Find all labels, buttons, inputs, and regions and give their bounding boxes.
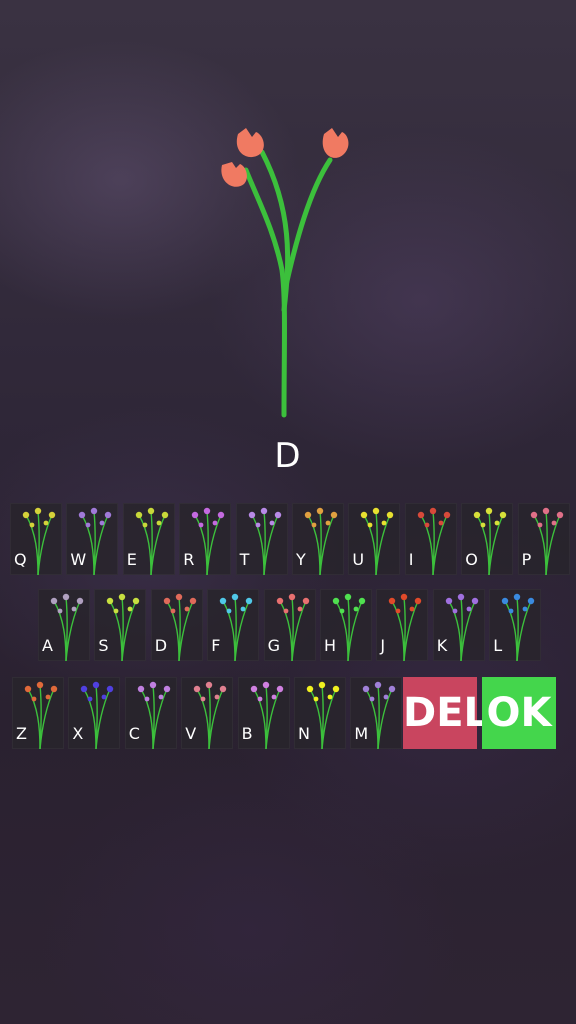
- key-m[interactable]: M: [350, 677, 403, 749]
- key-label: B: [241, 724, 253, 743]
- key-l[interactable]: L: [489, 589, 542, 661]
- key-label: K: [436, 636, 448, 655]
- key-t[interactable]: T: [235, 503, 288, 575]
- key-c[interactable]: C: [124, 677, 177, 749]
- selected-flower-illustration: [221, 128, 349, 418]
- key-d[interactable]: D: [150, 589, 203, 661]
- key-o[interactable]: O: [461, 503, 514, 575]
- key-q[interactable]: Q: [10, 503, 62, 575]
- key-k[interactable]: K: [432, 589, 485, 661]
- key-label: M: [354, 724, 369, 743]
- key-label: Z: [16, 724, 27, 743]
- key-u[interactable]: U: [348, 503, 401, 575]
- key-label: Y: [296, 550, 306, 569]
- key-label: F: [211, 636, 221, 655]
- key-label: D: [154, 636, 168, 655]
- key-r[interactable]: R: [179, 503, 232, 575]
- key-g[interactable]: G: [263, 589, 316, 661]
- key-s[interactable]: S: [94, 589, 147, 661]
- key-z[interactable]: Z: [12, 677, 64, 749]
- key-a[interactable]: A: [38, 589, 90, 661]
- key-v[interactable]: V: [181, 677, 234, 749]
- key-label: N: [298, 724, 310, 743]
- key-label: H: [324, 636, 337, 655]
- key-x[interactable]: X: [68, 677, 121, 749]
- key-label: I: [408, 550, 414, 569]
- key-label: C: [128, 724, 140, 743]
- key-label: E: [126, 550, 137, 569]
- key-j[interactable]: J: [376, 589, 429, 661]
- key-label: O: [465, 550, 478, 569]
- key-b[interactable]: B: [237, 677, 290, 749]
- key-label: A: [42, 636, 53, 655]
- key-label: Q: [14, 550, 27, 569]
- key-f[interactable]: F: [207, 589, 260, 661]
- key-i[interactable]: I: [404, 503, 457, 575]
- key-label: J: [380, 636, 386, 655]
- key-e[interactable]: E: [122, 503, 175, 575]
- key-label: L: [493, 636, 503, 655]
- key-h[interactable]: H: [320, 589, 372, 661]
- key-label: T: [239, 550, 250, 569]
- key-label: X: [72, 724, 84, 743]
- key-y[interactable]: Y: [292, 503, 344, 575]
- key-label: R: [183, 550, 195, 569]
- delete-button[interactable]: DEL: [403, 677, 489, 749]
- key-p[interactable]: P: [517, 503, 570, 575]
- key-n[interactable]: N: [294, 677, 346, 749]
- key-label: G: [267, 636, 280, 655]
- key-label: U: [352, 550, 365, 569]
- current-letter: D: [274, 436, 302, 476]
- key-label: V: [185, 724, 197, 743]
- key-label: S: [98, 636, 109, 655]
- key-label: W: [70, 550, 87, 569]
- key-w[interactable]: W: [66, 503, 119, 575]
- key-label: P: [521, 550, 532, 569]
- ok-button[interactable]: OK: [482, 677, 556, 749]
